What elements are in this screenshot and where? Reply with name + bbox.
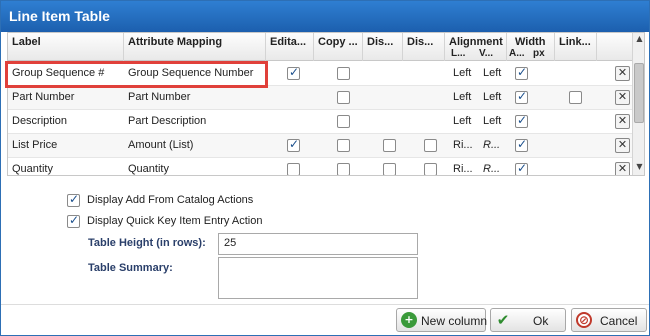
col-header-editable[interactable]: Edita... [266, 33, 314, 61]
row-attribute-mapping[interactable]: Quantity [128, 163, 169, 175]
row-attribute-mapping[interactable]: Amount (List) [128, 139, 193, 151]
table-row[interactable]: Quantity Quantity Ri... R... ✕ [8, 158, 632, 175]
row-align-l[interactable]: Ri... [453, 139, 473, 151]
row-copy-checkbox[interactable] [337, 139, 350, 152]
col-header-alignment[interactable]: Alignment L... V... [445, 33, 507, 61]
col-subheader-align-l: L... [451, 48, 466, 59]
row-link-checkbox[interactable] [569, 91, 582, 104]
ok-button[interactable]: ✔ Ok [490, 308, 566, 332]
col-subheader-width-auto: A... [509, 48, 525, 59]
row-align-v[interactable]: R... [483, 163, 500, 175]
col-header-remove [597, 33, 632, 61]
row-align-l[interactable]: Ri... [453, 163, 473, 175]
row-label[interactable]: Part Number [12, 91, 74, 103]
scroll-down-icon[interactable]: ▼ [634, 162, 644, 174]
col-header-attribute-mapping[interactable]: Attribute Mapping [124, 33, 266, 61]
col-subheader-align-v: V... [479, 48, 494, 59]
col-header-copy[interactable]: Copy ... [314, 33, 363, 61]
row-label[interactable]: Quantity [12, 163, 53, 175]
row-dis2-checkbox[interactable] [424, 139, 437, 152]
row-editable-checkbox[interactable] [287, 163, 300, 175]
row-dis1-checkbox[interactable] [383, 139, 396, 152]
line-item-table-dialog: Line Item Table Label Attribute Mapping … [0, 0, 650, 336]
remove-row-close-icon[interactable]: ✕ [615, 114, 630, 129]
dialog-titlebar: Line Item Table [1, 1, 649, 32]
table-summary-textarea[interactable] [218, 257, 418, 299]
row-editable-checkbox[interactable] [287, 137, 300, 152]
table-row[interactable]: Part Number Part Number Left Left ✕ [8, 86, 632, 110]
row-align-v[interactable]: Left [483, 91, 501, 103]
col-header-dis-1[interactable]: Dis... [363, 33, 403, 61]
col-header-link[interactable]: Link... [555, 33, 597, 61]
quick-key-checkbox[interactable] [67, 213, 80, 228]
row-copy-checkbox[interactable] [337, 91, 350, 104]
scroll-thumb[interactable] [634, 63, 644, 123]
highlight-box [5, 61, 268, 88]
row-attribute-mapping[interactable]: Part Number [128, 91, 190, 103]
remove-row-close-icon[interactable]: ✕ [615, 138, 630, 153]
remove-row-close-icon[interactable]: ✕ [615, 90, 630, 105]
add-from-catalog-label: Display Add From Catalog Actions [87, 194, 254, 206]
col-subheader-width-px: px [533, 48, 545, 59]
col-header-width[interactable]: Width A... px [507, 33, 555, 61]
row-align-v[interactable]: Left [483, 115, 501, 127]
table-summary-label: Table Summary: [88, 262, 173, 274]
plus-icon: + [401, 312, 417, 328]
cancel-button[interactable]: ⊘ Cancel [571, 308, 647, 332]
col-header-label[interactable]: Label [8, 33, 124, 61]
table-row[interactable]: Description Part Description Left Left ✕ [8, 110, 632, 134]
checkmark-icon: ✔ [496, 311, 510, 329]
table-height-label: Table Height (in rows): [88, 237, 206, 249]
row-label[interactable]: List Price [12, 139, 57, 151]
row-dis2-checkbox[interactable] [424, 163, 437, 175]
no-entry-icon: ⊘ [576, 312, 592, 328]
row-align-l[interactable]: Left [453, 115, 471, 127]
table-height-input[interactable]: 25 [218, 233, 418, 255]
remove-row-close-icon[interactable]: ✕ [615, 66, 630, 81]
row-align-v[interactable]: Left [483, 67, 501, 79]
quick-key-label: Display Quick Key Item Entry Action [87, 215, 263, 227]
add-from-catalog-checkbox[interactable] [67, 192, 80, 207]
row-align-v[interactable]: R... [483, 139, 500, 151]
col-header-dis-2[interactable]: Dis... [403, 33, 445, 61]
row-auto-checkbox[interactable] [515, 137, 528, 152]
table-row[interactable]: List Price Amount (List) Ri... R... ✕ [8, 134, 632, 158]
remove-row-close-icon[interactable]: ✕ [615, 162, 630, 175]
row-auto-checkbox[interactable] [515, 113, 528, 128]
grid-header: Label Attribute Mapping Edita... Copy ..… [8, 33, 632, 61]
row-attribute-mapping[interactable]: Part Description [128, 115, 206, 127]
row-align-l[interactable]: Left [453, 67, 471, 79]
dialog-title: Line Item Table [9, 8, 110, 24]
row-editable-checkbox[interactable] [287, 65, 300, 80]
row-copy-checkbox[interactable] [337, 67, 350, 80]
row-dis1-checkbox[interactable] [383, 163, 396, 175]
row-label[interactable]: Description [12, 115, 67, 127]
row-align-l[interactable]: Left [453, 91, 471, 103]
new-column-button[interactable]: + New column [396, 308, 487, 332]
row-copy-checkbox[interactable] [337, 163, 350, 175]
columns-grid: Label Attribute Mapping Edita... Copy ..… [7, 32, 645, 176]
row-auto-checkbox[interactable] [515, 65, 528, 80]
row-copy-checkbox[interactable] [337, 115, 350, 128]
row-auto-checkbox[interactable] [515, 161, 528, 175]
grid-scrollbar[interactable]: ▲ ▼ [632, 33, 644, 175]
dialog-footer: + New column ✔ Ok ⊘ Cancel [1, 304, 649, 335]
scroll-up-icon[interactable]: ▲ [634, 34, 644, 46]
row-auto-checkbox[interactable] [515, 89, 528, 104]
